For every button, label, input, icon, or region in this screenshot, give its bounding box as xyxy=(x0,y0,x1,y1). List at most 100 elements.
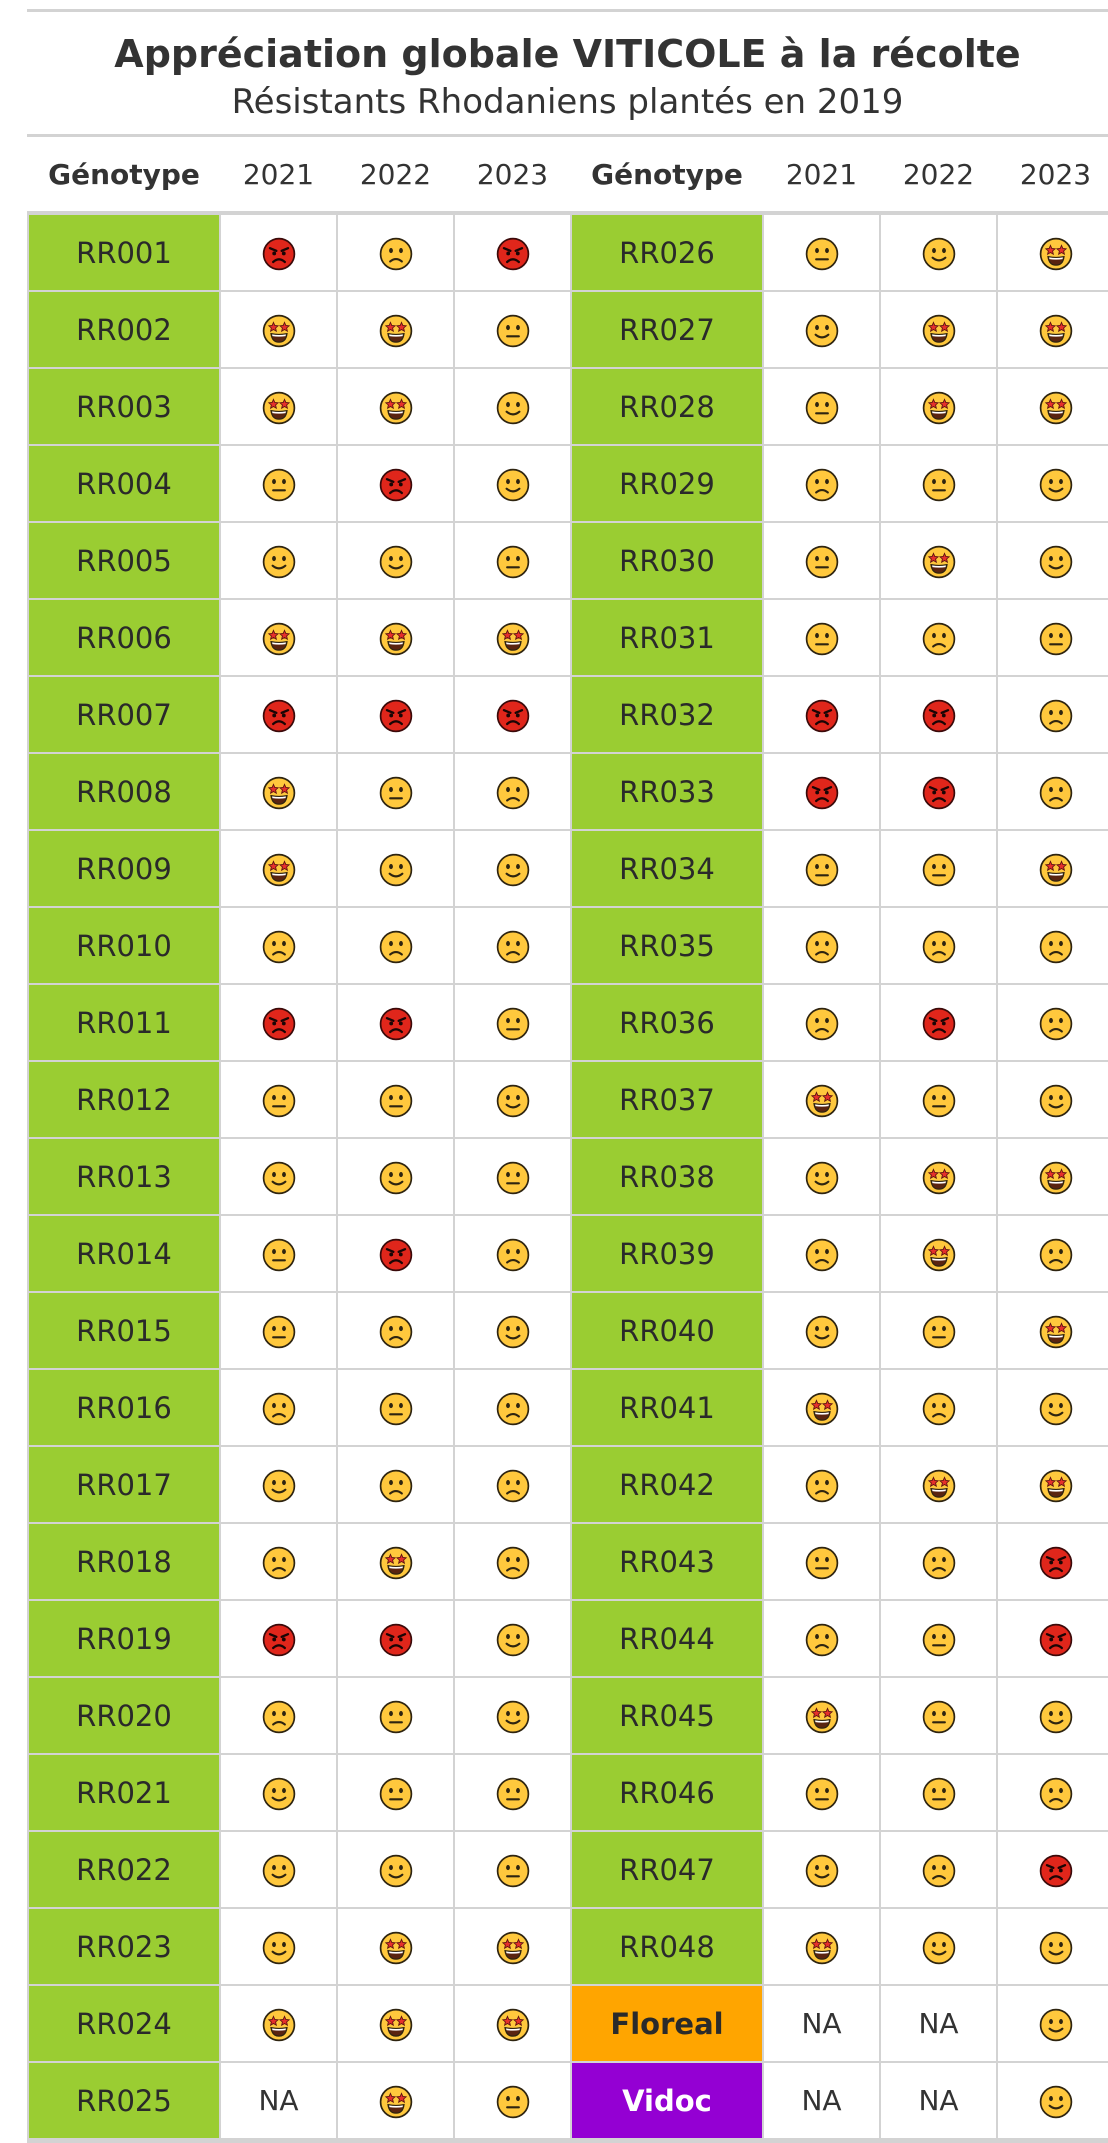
star-struck-face-icon xyxy=(1039,237,1072,270)
neutral-face-icon xyxy=(922,1623,955,1656)
table-row: RR017 RR042 xyxy=(27,1445,1108,1524)
slightly-smiling-face-icon xyxy=(496,1084,529,1117)
rating-cell xyxy=(219,1291,338,1370)
angry-face-icon xyxy=(379,468,412,501)
angry-face-icon xyxy=(496,699,529,732)
star-struck-face-icon xyxy=(1039,1469,1072,1502)
rating-cell xyxy=(996,598,1108,677)
rating-cell xyxy=(762,1676,881,1755)
neutral-face-icon xyxy=(379,1392,412,1425)
genotype-cell: RR012 xyxy=(27,1060,221,1139)
rating-cell xyxy=(762,212,881,292)
angry-face-icon xyxy=(1039,1546,1072,1579)
rating-na-cell: NA xyxy=(879,1984,998,2063)
star-struck-face-icon xyxy=(379,2008,412,2041)
genotype-cell: RR047 xyxy=(570,1830,764,1909)
top-rule xyxy=(27,9,1108,12)
table-row: RR023 RR048 xyxy=(27,1907,1108,1986)
genotype-cell: RR023 xyxy=(27,1907,221,1986)
rating-cell xyxy=(996,1753,1108,1832)
slightly-smiling-face-icon xyxy=(496,853,529,886)
slightly-smiling-face-icon xyxy=(379,1161,412,1194)
slightly-smiling-face-icon xyxy=(496,1623,529,1656)
rating-cell xyxy=(879,444,998,523)
neutral-face-icon xyxy=(496,1007,529,1040)
rating-cell xyxy=(336,1907,455,1986)
rating-cell xyxy=(879,829,998,908)
rating-cell xyxy=(453,1291,572,1370)
slightly-smiling-face-icon xyxy=(262,1469,295,1502)
slightly-smiling-face-icon xyxy=(262,1777,295,1810)
neutral-face-icon xyxy=(496,545,529,578)
rating-cell xyxy=(762,829,881,908)
rating-cell xyxy=(219,212,338,292)
rating-cell xyxy=(453,1137,572,1216)
neutral-face-icon xyxy=(805,853,838,886)
rating-cell xyxy=(453,1599,572,1678)
rating-cell xyxy=(996,212,1108,292)
rating-cell xyxy=(219,983,338,1062)
slightly-smiling-face-icon xyxy=(496,1315,529,1348)
rating-cell xyxy=(219,598,338,677)
column-header-genotype: Génotype xyxy=(28,137,220,215)
slightly-smiling-face-icon xyxy=(379,853,412,886)
slightly-smiling-face-icon xyxy=(1039,545,1072,578)
rating-cell xyxy=(762,1753,881,1832)
slightly-frowning-face-icon xyxy=(262,1546,295,1579)
rating-cell xyxy=(879,212,998,292)
genotype-cell: RR045 xyxy=(570,1676,764,1755)
rating-cell xyxy=(453,1676,572,1755)
slightly-smiling-face-icon xyxy=(496,391,529,424)
neutral-face-icon xyxy=(379,1777,412,1810)
angry-face-icon xyxy=(922,699,955,732)
genotype-cell: RR033 xyxy=(570,752,764,831)
rating-cell xyxy=(219,829,338,908)
rating-cell xyxy=(453,444,572,523)
neutral-face-icon xyxy=(496,314,529,347)
angry-face-icon xyxy=(379,699,412,732)
rating-cell xyxy=(219,1522,338,1601)
genotype-cell: RR008 xyxy=(27,752,221,831)
rating-cell xyxy=(879,675,998,754)
star-struck-face-icon xyxy=(379,314,412,347)
star-struck-face-icon xyxy=(262,314,295,347)
slightly-frowning-face-icon xyxy=(1039,930,1072,963)
rating-cell xyxy=(996,290,1108,369)
rating-cell xyxy=(879,598,998,677)
rating-cell xyxy=(336,829,455,908)
rating-cell xyxy=(336,1291,455,1370)
rating-cell xyxy=(996,2061,1108,2140)
rating-cell xyxy=(453,212,572,292)
slightly-frowning-face-icon xyxy=(1039,1007,1072,1040)
slightly-frowning-face-icon xyxy=(1039,699,1072,732)
slightly-frowning-face-icon xyxy=(805,1007,838,1040)
star-struck-face-icon xyxy=(496,2008,529,2041)
rating-cell xyxy=(336,983,455,1062)
slightly-smiling-face-icon xyxy=(805,1315,838,1348)
rating-cell xyxy=(453,1445,572,1524)
rating-cell xyxy=(879,1214,998,1293)
rating-cell xyxy=(996,829,1108,908)
rating-cell xyxy=(762,752,881,831)
star-struck-face-icon xyxy=(922,1238,955,1271)
genotype-cell: RR005 xyxy=(27,521,221,600)
rating-cell xyxy=(453,1984,572,2063)
genotype-cell: RR027 xyxy=(570,290,764,369)
genotype-cell: RR037 xyxy=(570,1060,764,1139)
star-struck-face-icon xyxy=(379,391,412,424)
genotype-cell: RR003 xyxy=(27,367,221,446)
star-struck-face-icon xyxy=(922,391,955,424)
slightly-frowning-face-icon xyxy=(379,1469,412,1502)
genotype-cell: RR016 xyxy=(27,1368,221,1447)
rating-cell xyxy=(219,1753,338,1832)
rating-cell xyxy=(219,1368,338,1447)
rating-cell xyxy=(879,1753,998,1832)
rating-cell xyxy=(996,1291,1108,1370)
star-struck-face-icon xyxy=(379,1931,412,1964)
genotype-cell: RR025 xyxy=(27,2061,221,2140)
rating-cell xyxy=(453,752,572,831)
genotype-cell: RR013 xyxy=(27,1137,221,1216)
slightly-frowning-face-icon xyxy=(496,1238,529,1271)
genotype-cell: RR001 xyxy=(27,212,221,292)
slightly-smiling-face-icon xyxy=(1039,1931,1072,1964)
